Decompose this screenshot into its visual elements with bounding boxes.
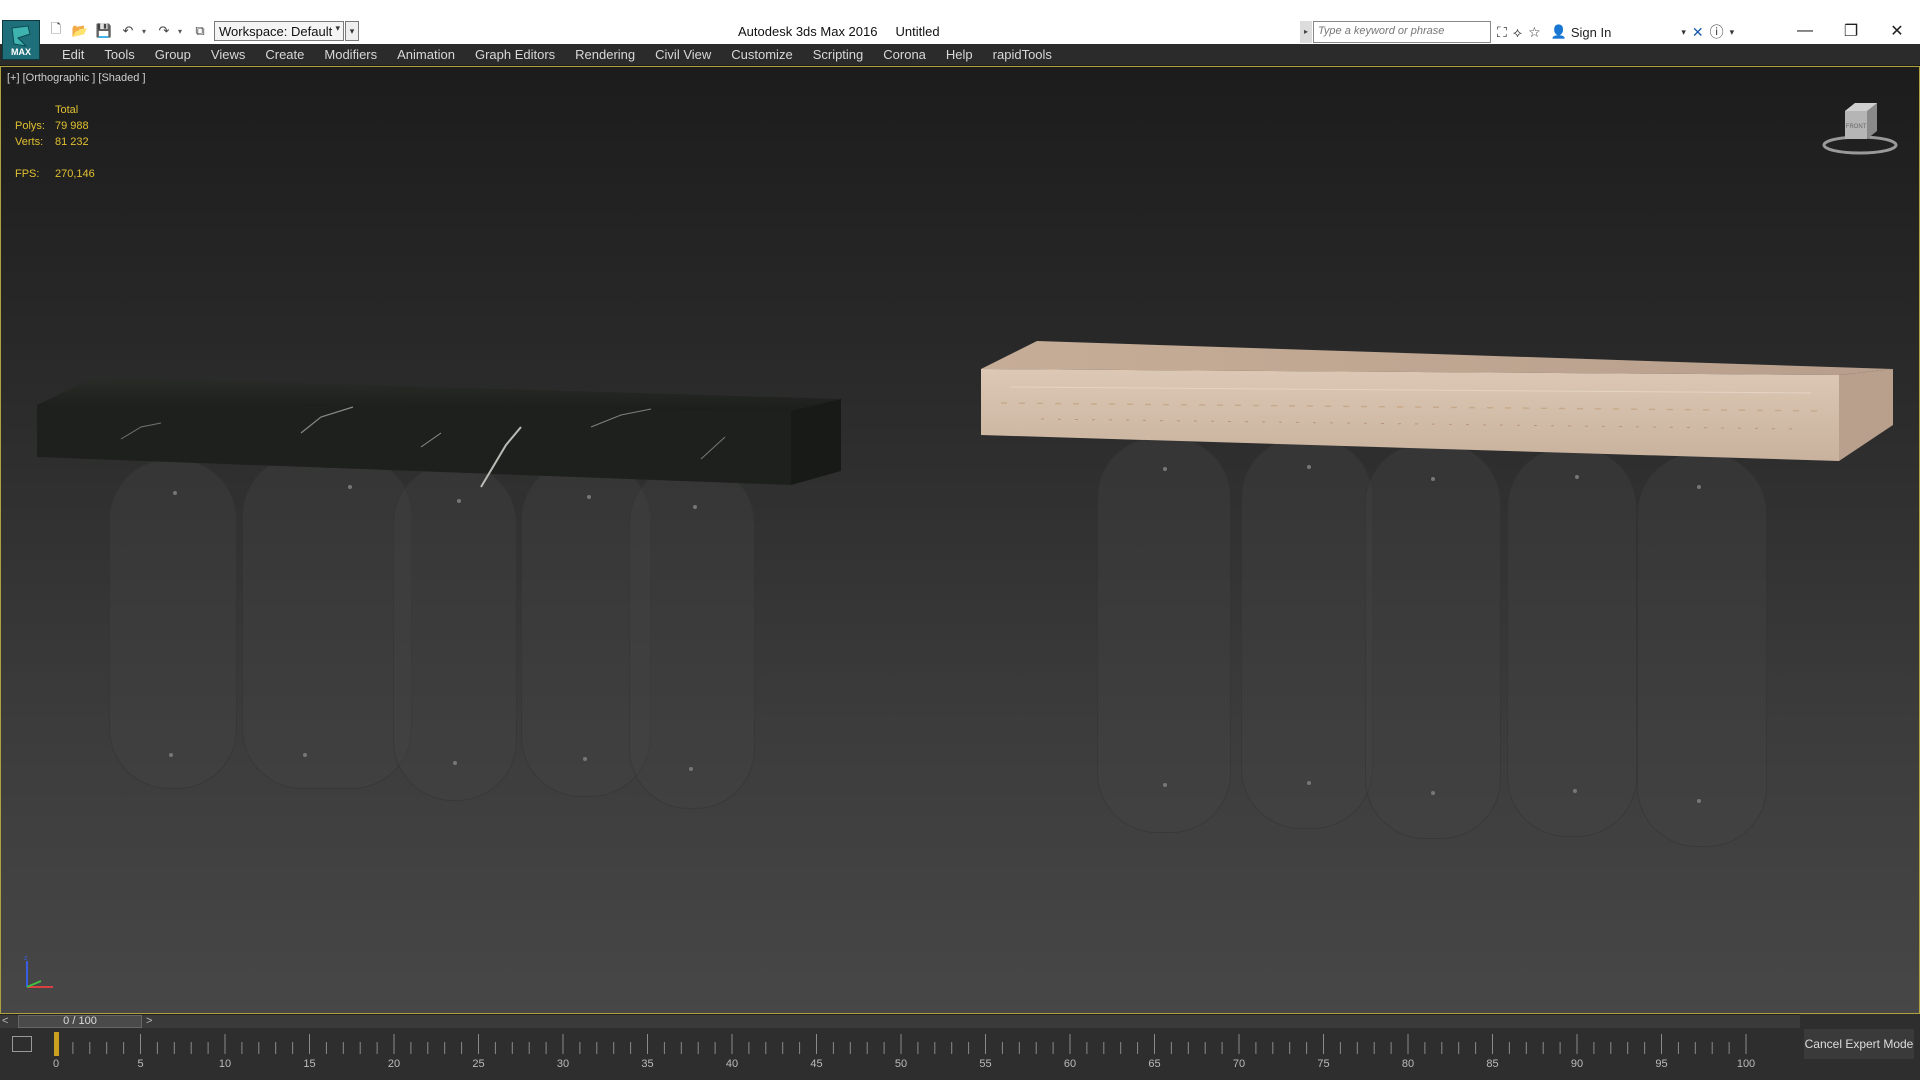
- undo-dropdown-icon[interactable]: ▾: [142, 27, 150, 36]
- timeline-tick-label: 65: [1148, 1058, 1161, 1070]
- menu-bar: Edit Tools Group Views Create Modifiers …: [0, 44, 1920, 66]
- timeline-tick-label: 70: [1232, 1058, 1246, 1070]
- window-controls: — ❐ ✕: [1782, 16, 1920, 46]
- quick-access-toolbar: 🗋 📂 💾 ↶ ▾ ↷ ▾ ⧉: [46, 20, 210, 42]
- timeline-tick-label: 20: [387, 1058, 401, 1070]
- timeline-tick-label: 95: [1655, 1058, 1668, 1070]
- menu-scripting[interactable]: Scripting: [803, 44, 874, 66]
- search-input[interactable]: Type a keyword or phrase: [1313, 21, 1491, 43]
- timeline-tick-label: 80: [1401, 1058, 1415, 1070]
- timeline-tick-label: 90: [1570, 1058, 1584, 1070]
- restore-icon[interactable]: ❐: [1828, 16, 1874, 46]
- dark-marble-slab[interactable]: [37, 377, 841, 488]
- timeline-tick-label: 0: [52, 1058, 60, 1070]
- chevron-down-icon: ▾: [335, 23, 340, 33]
- time-slider[interactable]: < 0 / 100 >: [0, 1014, 1800, 1028]
- minimize-icon[interactable]: —: [1782, 16, 1828, 46]
- menu-group[interactable]: Group: [145, 44, 201, 66]
- window-title: Autodesk 3ds Max 2016 Untitled: [738, 24, 940, 39]
- timeline-tick-label: 40: [725, 1058, 739, 1070]
- menu-customize[interactable]: Customize: [721, 44, 802, 66]
- undo-icon[interactable]: ↶: [118, 21, 138, 41]
- timeline-tick-label: 30: [556, 1058, 570, 1070]
- sign-in-label: Sign In: [1570, 24, 1612, 40]
- time-slider-prev[interactable]: <: [2, 1015, 8, 1027]
- menu-help[interactable]: Help: [936, 44, 983, 66]
- svg-text:z: z: [24, 955, 28, 962]
- close-icon[interactable]: ✕: [1874, 16, 1920, 46]
- redo-icon[interactable]: ↷: [154, 21, 174, 41]
- time-slider-area: < 0 / 100 > 0 5 10 15 20 25 30 35 40 45 50 55 60 65 70…: [0, 1014, 1920, 1080]
- workspace-dropdown[interactable]: Workspace: Default ▾: [214, 21, 344, 41]
- timeline-tick-label: 35: [641, 1058, 654, 1070]
- user-icon: 👤: [1550, 24, 1567, 39]
- application-button[interactable]: MAX: [2, 20, 40, 60]
- document-name: Untitled: [895, 24, 940, 39]
- customize-qat-icon[interactable]: ▾: [345, 21, 359, 41]
- timeline-tick-label: 75: [1317, 1058, 1330, 1070]
- current-frame-marker[interactable]: [54, 1032, 59, 1056]
- sign-in-button[interactable]: 👤 Sign In: [1551, 24, 1612, 40]
- title-bar: MAX 🗋 📂 💾 ↶ ▾ ↷ ▾ ⧉ Workspace: Default ▾…: [0, 0, 1920, 60]
- logo-text: MAX: [11, 47, 31, 57]
- save-file-icon[interactable]: 💾: [94, 21, 114, 41]
- timeline-tick-label: 5: [137, 1058, 144, 1070]
- menu-create[interactable]: Create: [255, 44, 314, 66]
- subscription-icon[interactable]: ⟡: [1513, 24, 1522, 41]
- help-icon[interactable]: ⓘ: [1710, 22, 1724, 42]
- timeline-tick-label: 55: [979, 1058, 992, 1070]
- menu-civil-view[interactable]: Civil View: [645, 44, 721, 66]
- time-slider-thumb[interactable]: 0 / 100: [18, 1015, 142, 1028]
- time-slider-next[interactable]: >: [146, 1015, 152, 1027]
- menu-tools[interactable]: Tools: [94, 44, 144, 66]
- timeline-tick-label: 100: [1736, 1058, 1756, 1070]
- menu-modifiers[interactable]: Modifiers: [314, 44, 387, 66]
- timeline-tick-label: 15: [303, 1058, 316, 1070]
- help-dropdown-icon[interactable]: ▾: [1730, 27, 1735, 38]
- axis-tripod-icon: z: [24, 955, 53, 988]
- timeline-tick-label: 10: [218, 1058, 232, 1070]
- binoculars-icon[interactable]: ⛶: [1497, 24, 1507, 41]
- timeline-tick-label: 45: [810, 1058, 823, 1070]
- menu-graph-editors[interactable]: Graph Editors: [465, 44, 565, 66]
- app-name: Autodesk 3ds Max 2016: [738, 24, 878, 39]
- travertine-slab[interactable]: [981, 341, 1893, 461]
- timeline-tick-label: 60: [1063, 1058, 1077, 1070]
- timeline-ticks: [54, 1032, 1747, 1056]
- favorites-star-icon[interactable]: ☆: [1528, 24, 1541, 41]
- workspace-value: Workspace: Default: [219, 24, 333, 39]
- sign-in-dropdown-icon[interactable]: ▾: [1681, 27, 1686, 38]
- track-bar[interactable]: 0 5 10 15 20 25 30 35 40 45 50 55 60 65 70 75 80 85 90 95 10…: [50, 1032, 1755, 1072]
- timeline-tick-label: 25: [472, 1058, 485, 1070]
- new-file-icon[interactable]: 🗋: [46, 21, 66, 41]
- menu-edit[interactable]: Edit: [52, 44, 94, 66]
- track-bar-toggle-icon[interactable]: [12, 1036, 32, 1052]
- scene-geometry: [37, 341, 1893, 488]
- menu-corona[interactable]: Corona: [873, 44, 936, 66]
- redo-dropdown-icon[interactable]: ▾: [178, 27, 186, 36]
- menu-rendering[interactable]: Rendering: [565, 44, 645, 66]
- menu-animation[interactable]: Animation: [387, 44, 465, 66]
- project-folder-icon[interactable]: ⧉: [190, 21, 210, 41]
- timeline-tick-label: 50: [894, 1058, 908, 1070]
- open-file-icon[interactable]: 📂: [70, 21, 90, 41]
- infocenter-toolbar: ⛶ ⟡ ☆ 👤 Sign In ▾ ✕ ⓘ ▾: [1497, 21, 1734, 43]
- cancel-expert-mode-button[interactable]: Cancel Expert Mode: [1804, 1029, 1914, 1059]
- menu-views[interactable]: Views: [201, 44, 255, 66]
- infocenter-expand-icon[interactable]: ▸: [1300, 21, 1312, 43]
- timeline-tick-label: 85: [1486, 1058, 1499, 1070]
- viewport[interactable]: [+] [Orthographic ] [Shaded ] Total Poly…: [0, 66, 1920, 1014]
- menu-rapidtools[interactable]: rapidTools: [983, 44, 1062, 66]
- exchange-apps-icon[interactable]: ✕: [1692, 24, 1704, 41]
- max-logo-icon: [11, 25, 31, 47]
